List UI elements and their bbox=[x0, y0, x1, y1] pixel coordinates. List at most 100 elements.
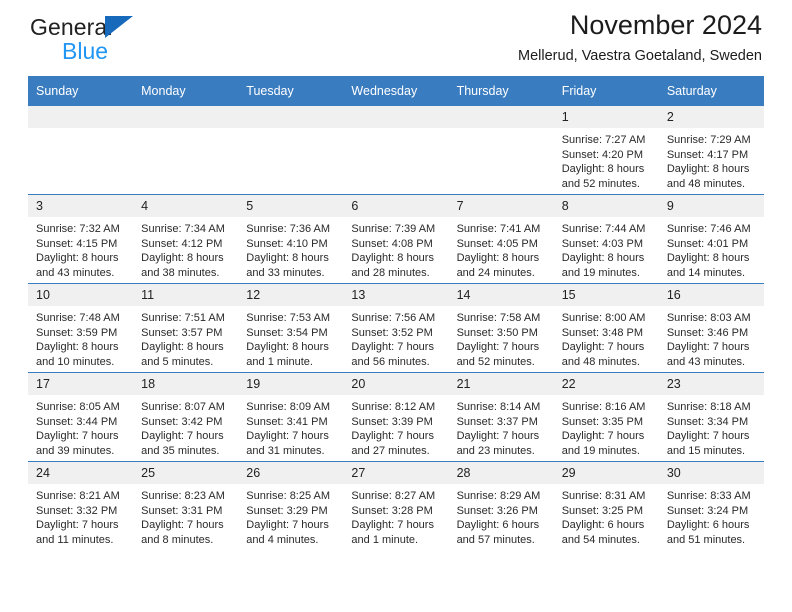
calendar-day-cell[interactable]: 17 Sunrise: 8:05 AM Sunset: 3:44 PM Dayligh… bbox=[28, 372, 134, 462]
calendar-day-cell[interactable]: 14 Sunrise: 7:58 AM Sunset: 3:50 PM Dayligh… bbox=[448, 283, 554, 373]
calendar-day-cell[interactable]: 18 Sunrise: 8:07 AM Sunset: 3:42 PM Dayligh… bbox=[133, 372, 239, 462]
day-details: Sunrise: 8:23 AM Sunset: 3:31 PM Daylight:… bbox=[133, 484, 238, 547]
calendar-day-cell[interactable]: 24 Sunrise: 8:21 AM Sunset: 3:32 PM Dayligh… bbox=[28, 461, 134, 551]
sunrise-time: Sunrise: 7:53 AM bbox=[246, 312, 331, 324]
daylight-hours: Daylight: 7 hours bbox=[36, 430, 119, 443]
day-number: 1 bbox=[553, 106, 659, 128]
sunset-time: Sunset: 3:50 PM bbox=[456, 326, 538, 339]
daylight-minutes: and 28 minutes. bbox=[351, 266, 430, 279]
sunset-time: Sunset: 4:20 PM bbox=[561, 148, 644, 161]
calendar-day-cell[interactable]: 28 Sunrise: 8:29 AM Sunset: 3:26 PM Dayligh… bbox=[448, 461, 554, 551]
daylight-hours: Daylight: 7 hours bbox=[141, 519, 224, 532]
day-details: Sunrise: 8:14 AM Sunset: 3:37 PM Daylight:… bbox=[449, 395, 554, 458]
calendar-day-cell[interactable]: 12 Sunrise: 7:53 AM Sunset: 3:54 PM Dayligh… bbox=[238, 283, 344, 373]
day-number: 14 bbox=[448, 284, 554, 306]
calendar-day-cell[interactable]: 22 Sunrise: 8:16 AM Sunset: 3:35 PM Dayligh… bbox=[553, 372, 659, 462]
daylight-hours: Daylight: 7 hours bbox=[351, 519, 434, 532]
calendar-day-cell[interactable]: 23 Sunrise: 8:18 AM Sunset: 3:34 PM Dayligh… bbox=[658, 372, 764, 462]
calendar-day-cell[interactable]: 9 Sunrise: 7:46 AM Sunset: 4:01 PM Daylight… bbox=[658, 194, 764, 284]
day-number: 24 bbox=[28, 462, 134, 484]
daylight-hours: Daylight: 7 hours bbox=[456, 430, 540, 443]
daylight-minutes: and 33 minutes. bbox=[246, 266, 325, 279]
general-blue-logo[interactable]: General Blue bbox=[30, 14, 230, 70]
day-number: 25 bbox=[133, 462, 239, 484]
calendar-day-cell[interactable]: 6 Sunrise: 7:39 AM Sunset: 4:08 PM Daylight… bbox=[343, 194, 449, 284]
sunset-time: Sunset: 4:08 PM bbox=[351, 237, 433, 250]
calendar-day-cell[interactable]: 4 Sunrise: 7:34 AM Sunset: 4:12 PM Daylight… bbox=[133, 194, 239, 284]
calendar-day-cell[interactable]: 2 Sunrise: 7:29 AM Sunset: 4:17 PM Daylight… bbox=[658, 105, 764, 195]
daylight-hours: Daylight: 7 hours bbox=[141, 430, 224, 443]
daylight-hours: Daylight: 8 hours bbox=[141, 252, 224, 265]
calendar-day-cell[interactable]: 16 Sunrise: 8:03 AM Sunset: 3:46 PM Dayligh… bbox=[658, 283, 764, 373]
day-number: 28 bbox=[448, 462, 554, 484]
calendar-day-cell[interactable]: 8 Sunrise: 7:44 AM Sunset: 4:03 PM Daylight… bbox=[553, 194, 659, 284]
calendar-day-cell[interactable]: 27 Sunrise: 8:27 AM Sunset: 3:28 PM Dayligh… bbox=[343, 461, 449, 551]
daylight-minutes: and 57 minutes. bbox=[456, 533, 535, 546]
daylight-hours: Daylight: 7 hours bbox=[456, 341, 540, 354]
calendar-day-cell[interactable]: 7 Sunrise: 7:41 AM Sunset: 4:05 PM Daylight… bbox=[448, 194, 554, 284]
sunrise-time: Sunrise: 7:32 AM bbox=[36, 223, 120, 235]
sunset-time: Sunset: 4:10 PM bbox=[246, 237, 328, 250]
calendar-day-cell[interactable]: 30 Sunrise: 8:33 AM Sunset: 3:24 PM Dayligh… bbox=[658, 461, 764, 551]
daylight-minutes: and 38 minutes. bbox=[141, 266, 220, 279]
weekday-header-wednesday: Wednesday bbox=[343, 76, 449, 106]
calendar-day-cell[interactable]: 3 Sunrise: 7:32 AM Sunset: 4:15 PM Daylight… bbox=[28, 194, 134, 284]
calendar-day-cell[interactable]: 15 Sunrise: 8:00 AM Sunset: 3:48 PM Dayligh… bbox=[553, 283, 659, 373]
calendar-day-cell[interactable]: 10 Sunrise: 7:48 AM Sunset: 3:59 PM Dayligh… bbox=[28, 283, 134, 373]
sunset-time: Sunset: 3:46 PM bbox=[666, 326, 749, 339]
day-number: 30 bbox=[658, 462, 764, 484]
logo-text-blue: Blue bbox=[62, 38, 109, 64]
weekday-labels: Sunday Monday Tuesday Wednesday Thursday Frid… bbox=[28, 76, 764, 106]
sunrise-time: Sunrise: 7:34 AM bbox=[141, 223, 225, 235]
day-details: Sunrise: 7:56 AM Sunset: 3:52 PM Daylight:… bbox=[343, 306, 448, 369]
daylight-hours: Daylight: 6 hours bbox=[666, 519, 750, 532]
daylight-hours: Daylight: 7 hours bbox=[246, 430, 329, 443]
calendar-day-cell[interactable]: 1 Sunrise: 7:27 AM Sunset: 4:20 PM Daylight… bbox=[553, 105, 659, 195]
daylight-hours: Daylight: 7 hours bbox=[351, 430, 434, 443]
day-number: 10 bbox=[28, 284, 134, 306]
calendar-day-cell[interactable]: 21 Sunrise: 8:14 AM Sunset: 3:37 PM Dayligh… bbox=[448, 372, 554, 462]
calendar-day-cell-empty bbox=[448, 105, 554, 195]
daylight-minutes: and 35 minutes. bbox=[141, 444, 220, 457]
page-header: General Blue November 2024 Mellerud, Vae… bbox=[28, 0, 764, 76]
daylight-minutes: and 15 minutes. bbox=[666, 444, 746, 457]
sunset-time: Sunset: 3:24 PM bbox=[666, 504, 749, 517]
sunset-time: Sunset: 3:52 PM bbox=[351, 326, 433, 339]
calendar-week-row: 10 Sunrise: 7:48 AM Sunset: 3:59 PM Dayligh… bbox=[28, 283, 764, 373]
calendar-day-cell[interactable]: 29 Sunrise: 8:31 AM Sunset: 3:25 PM Dayligh… bbox=[553, 461, 659, 551]
sunrise-time: Sunrise: 8:07 AM bbox=[141, 401, 225, 413]
day-details: Sunrise: 8:05 AM Sunset: 3:44 PM Daylight:… bbox=[28, 395, 133, 458]
sunset-time: Sunset: 3:35 PM bbox=[561, 415, 644, 428]
daylight-minutes: and 39 minutes. bbox=[36, 444, 115, 457]
calendar-day-cell[interactable]: 19 Sunrise: 8:09 AM Sunset: 3:41 PM Dayligh… bbox=[238, 372, 344, 462]
daylight-minutes: and 1 minute. bbox=[246, 355, 313, 368]
day-number: 16 bbox=[658, 284, 764, 306]
daylight-minutes: and 11 minutes. bbox=[36, 533, 114, 546]
weekday-header-friday: Friday bbox=[553, 76, 659, 106]
daylight-minutes: and 5 minutes. bbox=[141, 355, 214, 368]
calendar-day-cell[interactable]: 11 Sunrise: 7:51 AM Sunset: 3:57 PM Dayligh… bbox=[133, 283, 239, 373]
title-block: November 2024 Mellerud, Vaestra Goetalan… bbox=[518, 8, 762, 67]
day-number: 5 bbox=[238, 195, 344, 217]
day-details bbox=[238, 128, 343, 133]
daylight-minutes: and 19 minutes. bbox=[561, 444, 640, 457]
calendar-day-cell[interactable]: 20 Sunrise: 8:12 AM Sunset: 3:39 PM Dayligh… bbox=[343, 372, 449, 462]
calendar-week-row: 17 Sunrise: 8:05 AM Sunset: 3:44 PM Dayligh… bbox=[28, 372, 764, 462]
sunrise-time: Sunrise: 8:18 AM bbox=[666, 401, 751, 413]
sunrise-time: Sunrise: 8:12 AM bbox=[351, 401, 436, 413]
sunset-time: Sunset: 3:34 PM bbox=[666, 415, 749, 428]
sunset-time: Sunset: 3:31 PM bbox=[141, 504, 223, 517]
day-details: Sunrise: 8:29 AM Sunset: 3:26 PM Daylight:… bbox=[449, 484, 554, 547]
page-title: November 2024 bbox=[569, 10, 762, 40]
calendar-day-cell[interactable]: 13 Sunrise: 7:56 AM Sunset: 3:52 PM Dayligh… bbox=[343, 283, 449, 373]
calendar-day-cell-empty bbox=[343, 105, 449, 195]
weekday-header-sunday: Sunday bbox=[28, 76, 134, 106]
sunrise-time: Sunrise: 7:44 AM bbox=[561, 223, 646, 235]
sunset-time: Sunset: 3:54 PM bbox=[246, 326, 328, 339]
daylight-hours: Daylight: 7 hours bbox=[246, 519, 329, 532]
day-details: Sunrise: 8:33 AM Sunset: 3:24 PM Daylight:… bbox=[659, 484, 764, 547]
calendar-day-cell[interactable]: 26 Sunrise: 8:25 AM Sunset: 3:29 PM Dayligh… bbox=[238, 461, 344, 551]
calendar-header-row: Sunday Monday Tuesday Wednesday Thursday Frid… bbox=[28, 76, 764, 106]
calendar-day-cell[interactable]: 25 Sunrise: 8:23 AM Sunset: 3:31 PM Dayligh… bbox=[133, 461, 239, 551]
calendar-day-cell[interactable]: 5 Sunrise: 7:36 AM Sunset: 4:10 PM Daylight… bbox=[238, 194, 344, 284]
